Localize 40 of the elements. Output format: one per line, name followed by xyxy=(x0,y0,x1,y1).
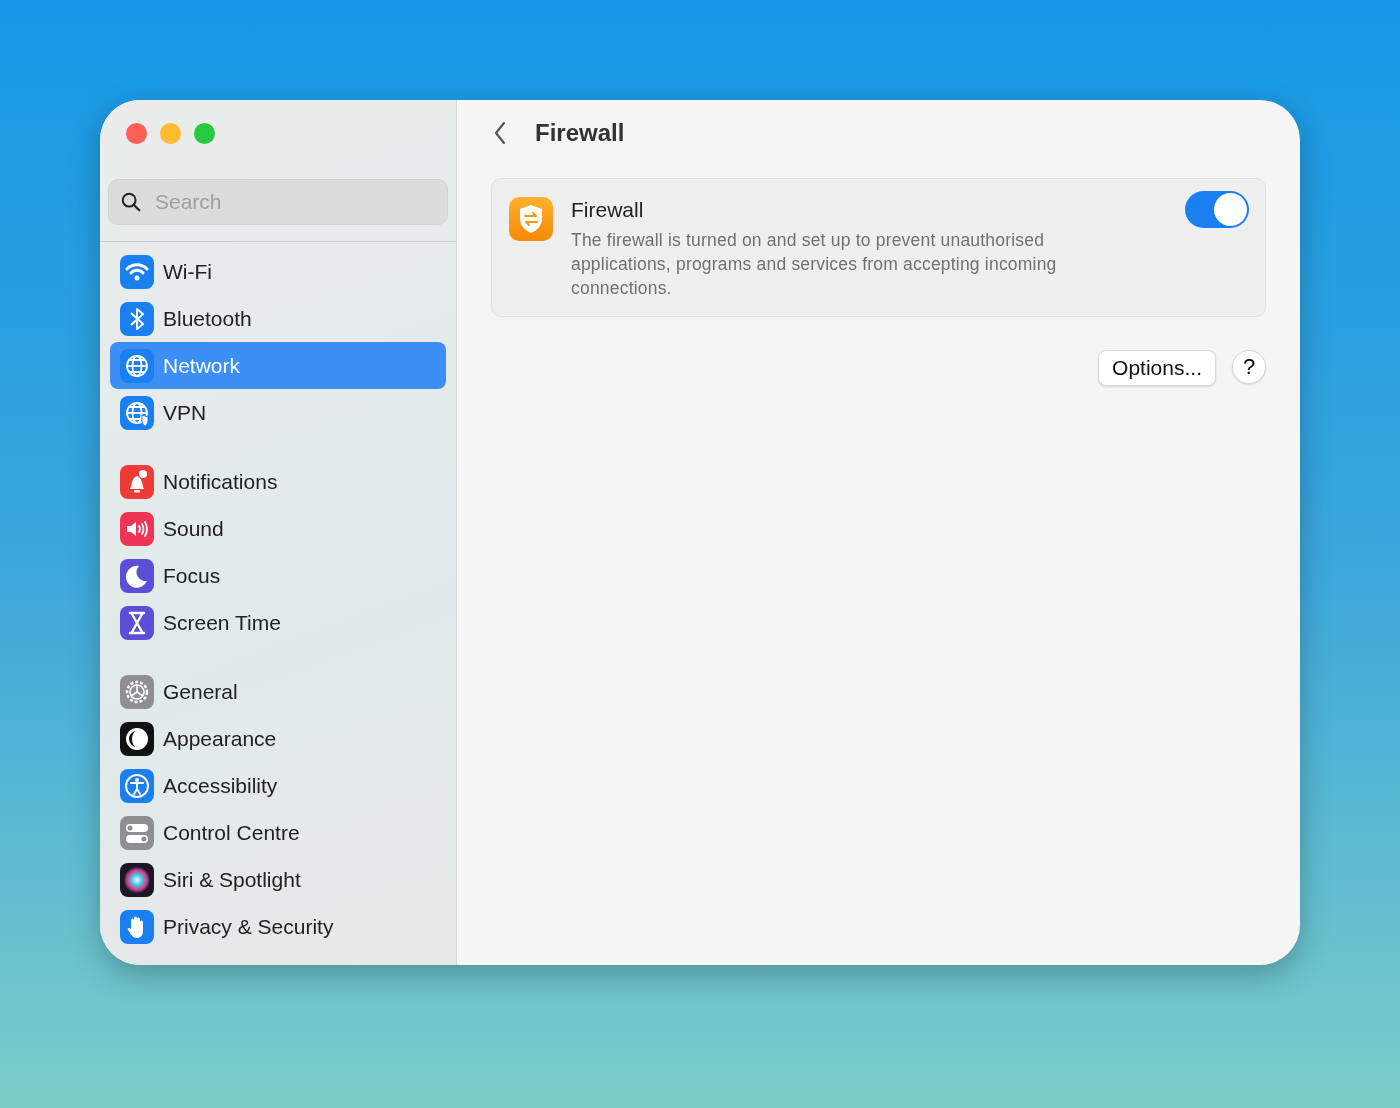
sidebar-item[interactable]: Wi-Fi xyxy=(110,248,446,295)
firewall-toggle[interactable] xyxy=(1185,191,1249,228)
orb-icon xyxy=(120,862,154,897)
chevron-left-icon xyxy=(493,121,507,145)
bell-icon xyxy=(120,464,154,499)
sidebar-item[interactable]: Accessibility xyxy=(110,762,446,809)
sidebar-item[interactable]: Screen Time xyxy=(110,599,446,646)
hand-icon xyxy=(120,909,154,944)
zoom-button[interactable] xyxy=(194,123,215,144)
wifi-icon xyxy=(120,254,154,289)
globe-icon xyxy=(120,348,154,383)
hourglass-icon xyxy=(120,605,154,640)
minimize-button[interactable] xyxy=(160,123,181,144)
sidebar-item[interactable]: VPN xyxy=(110,389,446,436)
speaker-icon xyxy=(120,511,154,546)
firewall-title: Firewall xyxy=(571,198,645,222)
globe-shield-icon xyxy=(120,395,154,430)
page-title: Firewall xyxy=(535,119,625,147)
sidebar-item[interactable]: Privacy & Security xyxy=(110,903,446,950)
close-button[interactable] xyxy=(126,123,147,144)
options-button[interactable]: Options... xyxy=(1098,350,1216,386)
shield-icon xyxy=(509,197,553,241)
accessibility-icon xyxy=(120,768,154,803)
sidebar-item[interactable]: Siri & Spotlight xyxy=(110,856,446,903)
sidebar-item[interactable]: Focus xyxy=(110,552,446,599)
sidebar-item[interactable]: Sound xyxy=(110,505,446,552)
search-field[interactable]: Search xyxy=(108,179,448,225)
switches-icon xyxy=(120,815,154,850)
sidebar-item[interactable]: Appearance xyxy=(110,715,446,762)
moon-icon xyxy=(120,558,154,593)
bluetooth-icon xyxy=(120,301,154,336)
sidebar-item[interactable]: Bluetooth xyxy=(110,295,446,342)
gear-icon xyxy=(120,674,154,709)
help-button[interactable]: ? xyxy=(1232,350,1266,384)
sidebar-item[interactable]: Notifications xyxy=(110,458,446,505)
sidebar-item[interactable]: General xyxy=(110,668,446,715)
appearance-icon xyxy=(120,721,154,756)
firewall-description: The firewall is turned on and set up to prevent unauthorised applications, programs and services from accepting incoming connections. xyxy=(571,229,1058,300)
sidebar-item[interactable]: Control Centre xyxy=(110,809,446,856)
back-button[interactable] xyxy=(493,121,507,145)
